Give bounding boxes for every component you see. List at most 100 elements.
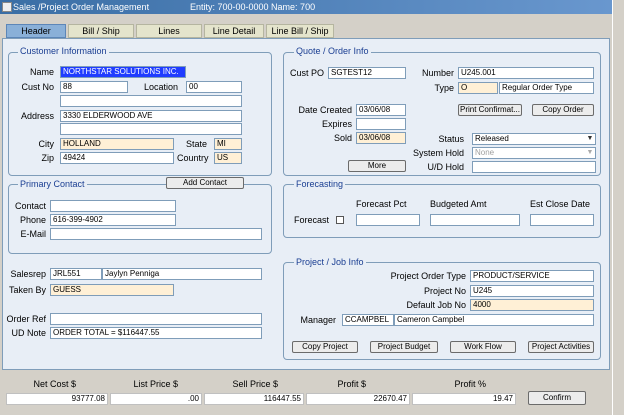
project-no-field[interactable]: U245 <box>470 285 594 297</box>
type-code-field[interactable]: O <box>458 82 498 94</box>
budgeted-amt-label: Budgeted Amt <box>430 199 487 209</box>
project-no-label: Project No <box>423 286 466 296</box>
email-label: E-Mail <box>20 229 46 239</box>
forecasting-title: Forecasting <box>294 179 346 189</box>
manager-code-field[interactable]: CCAMPBEL <box>342 314 394 326</box>
country-field[interactable]: US <box>214 152 242 164</box>
country-label: Country <box>177 153 209 163</box>
number-label: Number <box>421 68 454 78</box>
forecasting-group <box>283 184 601 238</box>
window-title-bar: Sales /Project Order Management Entity: … <box>0 0 624 14</box>
est-close-date-label: Est Close Date <box>530 199 591 209</box>
status-dropdown[interactable]: Released ▼ <box>472 133 596 145</box>
project-budget-button[interactable]: Project Budget <box>370 341 438 353</box>
salesrep-label: Salesrep <box>10 269 46 279</box>
more-button[interactable]: More <box>348 160 406 172</box>
sold-label: Sold <box>333 133 352 143</box>
state-field[interactable]: MI <box>214 138 242 150</box>
status-value: Released <box>475 134 509 143</box>
salesrep-code-field[interactable]: JRL551 <box>50 268 102 280</box>
primary-contact-title: Primary Contact <box>18 179 87 189</box>
sold-field[interactable]: 03/06/08 <box>356 132 406 144</box>
forecast-checkbox[interactable] <box>336 216 344 224</box>
custno-label: Cust No <box>21 82 54 92</box>
zip-field[interactable]: 49424 <box>60 152 174 164</box>
scroll-up-button[interactable] <box>612 0 624 14</box>
sell-price-value: 116447.55 <box>204 393 304 405</box>
salesrep-name-field[interactable]: Jaylyn Penniga <box>102 268 262 280</box>
print-confirmation-button[interactable]: Print Confirmat... <box>458 104 522 116</box>
app-icon <box>2 2 12 12</box>
phone-label: Phone <box>19 215 46 225</box>
zip-label: Zip <box>41 153 54 163</box>
project-job-title: Project / Job Info <box>294 257 366 267</box>
net-cost-label: Net Cost $ <box>33 379 76 389</box>
chevron-down-icon: ▼ <box>586 149 594 156</box>
budgeted-amt-field[interactable] <box>430 214 520 226</box>
type-desc-field[interactable]: Regular Order Type <box>499 82 594 94</box>
address-line1-field[interactable] <box>60 95 242 107</box>
forecast-label: Forecast <box>294 215 330 225</box>
phone-field[interactable]: 616-399-4902 <box>50 214 176 226</box>
ud-hold-label: U/D Hold <box>427 162 464 172</box>
expires-field[interactable] <box>356 118 406 130</box>
number-field[interactable]: U245.001 <box>458 67 594 79</box>
ud-hold-field[interactable] <box>472 161 596 173</box>
chevron-down-icon: ▼ <box>586 135 594 142</box>
net-cost-value: 93777.08 <box>6 393 108 405</box>
default-job-no-label: Default Job No <box>406 300 466 310</box>
profit-pct-label: Profit % <box>454 379 486 389</box>
profit-label: Profit $ <box>337 379 366 389</box>
project-activities-button[interactable]: Project Activities <box>528 341 594 353</box>
confirm-button[interactable]: Confirm <box>528 391 586 405</box>
address-line3-field[interactable] <box>60 123 242 135</box>
order-ref-label: Order Ref <box>6 314 46 324</box>
forecast-pct-field[interactable] <box>356 214 420 226</box>
customer-info-title: Customer Information <box>18 46 109 56</box>
system-hold-value: None <box>475 148 495 157</box>
work-flow-button[interactable]: Work Flow <box>450 341 516 353</box>
tab-bill-ship[interactable]: Bill / Ship <box>68 24 134 38</box>
add-contact-button[interactable]: Add Contact <box>166 177 244 189</box>
date-created-field[interactable]: 03/06/08 <box>356 104 406 116</box>
tab-line-bill-ship[interactable]: Line Bill / Ship <box>266 24 334 38</box>
name-field[interactable]: NORTHSTAR SOLUTIONS INC. <box>60 66 186 78</box>
manager-name-field[interactable]: Cameron Campbel <box>394 314 594 326</box>
tab-line-detail[interactable]: Line Detail <box>204 24 264 38</box>
list-price-label: List Price $ <box>133 379 178 389</box>
taken-by-field[interactable]: GUESS <box>50 284 174 296</box>
contact-field[interactable] <box>50 200 176 212</box>
est-close-date-field[interactable] <box>530 214 594 226</box>
manager-label: Manager <box>300 315 336 325</box>
tab-header[interactable]: Header <box>6 24 66 38</box>
address-line2-field[interactable]: 3330 ELDERWOOD AVE <box>60 110 242 122</box>
contact-label: Contact <box>14 201 46 211</box>
copy-project-button[interactable]: Copy Project <box>292 341 358 353</box>
ud-note-label: UD Note <box>11 328 46 338</box>
default-job-no-field[interactable]: 4000 <box>470 299 594 311</box>
forecast-pct-label: Forecast Pct <box>356 199 407 209</box>
state-label: State <box>186 139 208 149</box>
vertical-scrollbar[interactable] <box>612 14 624 415</box>
location-label: Location <box>144 82 179 92</box>
location-field[interactable]: 00 <box>186 81 242 93</box>
taken-by-label: Taken By <box>8 285 46 295</box>
list-price-value: .00 <box>110 393 202 405</box>
order-ref-field[interactable] <box>50 313 262 325</box>
copy-order-button[interactable]: Copy Order <box>532 104 594 116</box>
custno-field[interactable]: 88 <box>60 81 128 93</box>
name-label: Name <box>29 67 54 77</box>
system-hold-dropdown[interactable]: None ▼ <box>472 147 596 159</box>
project-order-type-field[interactable]: PRODUCT/SERVICE <box>470 270 594 282</box>
profit-value: 22670.47 <box>306 393 410 405</box>
cust-po-field[interactable]: SGTEST12 <box>328 67 406 79</box>
date-created-label: Date Created <box>298 105 352 115</box>
email-field[interactable] <box>50 228 262 240</box>
ud-note-field[interactable]: ORDER TOTAL = $116447.55 <box>50 327 262 339</box>
system-hold-label: System Hold <box>412 148 464 158</box>
tab-lines[interactable]: Lines <box>136 24 202 38</box>
city-field[interactable]: HOLLAND <box>60 138 174 150</box>
address-label: Address <box>20 111 54 121</box>
profit-pct-value: 19.47 <box>412 393 516 405</box>
type-label: Type <box>434 83 454 93</box>
